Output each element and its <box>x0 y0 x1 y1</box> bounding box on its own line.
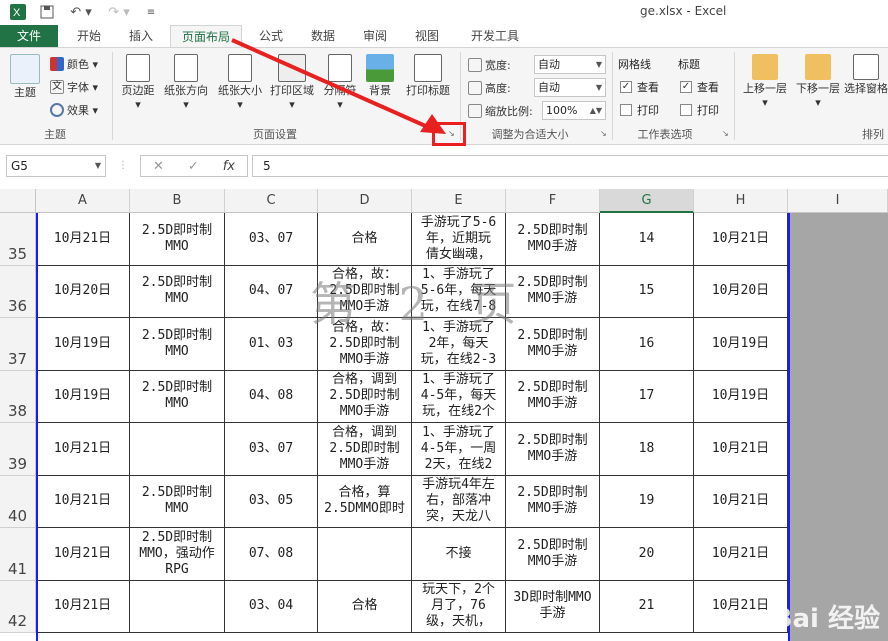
table-cell[interactable]: 合格，调到 2.5D即时制 MMO手游 <box>318 423 412 476</box>
table-cell[interactable]: 合格 <box>318 213 412 266</box>
page-number-watermark: 第 2 页 <box>310 277 531 331</box>
row-header[interactable]: 39 <box>0 423 36 476</box>
table-cell[interactable]: 1、手游玩了 4-5年，每天 玩，在线2个 <box>412 370 506 423</box>
formula-buttons: ✕ ✓ fx <box>140 155 248 177</box>
table-cell[interactable]: 玩天下，2个 月了，76 级，天机， <box>412 580 506 633</box>
row-header[interactable]: 41 <box>0 528 36 581</box>
column-header-a[interactable]: A <box>36 189 130 213</box>
column-header-b[interactable]: B <box>130 189 225 213</box>
table-cell[interactable]: 合格 <box>318 580 412 633</box>
cancel-icon[interactable]: ✕ <box>153 159 164 174</box>
table-cell[interactable]: 03、05 <box>225 475 318 528</box>
table-cell[interactable]: 10月21日 <box>36 475 130 528</box>
table-cell[interactable]: 合格，调到 2.5D即时制 MMO手游 <box>318 370 412 423</box>
name-box[interactable]: G5 ▼ <box>6 155 106 177</box>
formula-input[interactable]: 5 <box>252 155 888 177</box>
table-cell[interactable]: 10月21日 <box>694 528 788 581</box>
table-cell[interactable]: 01、03 <box>225 318 318 371</box>
column-header-h[interactable]: H <box>694 189 788 213</box>
table-cell[interactable]: 合格，算 2.5DMMO即时 <box>318 475 412 528</box>
table-cell[interactable]: 3D即时制MMO 手游 <box>506 580 600 633</box>
table-cell[interactable]: 15 <box>600 265 694 318</box>
table-cell[interactable]: 2.5D即时制 MMO <box>130 318 225 371</box>
table-cell[interactable]: 10月21日 <box>36 423 130 476</box>
table-cell[interactable]: 10月19日 <box>36 318 130 371</box>
table-cell[interactable]: 2.5D即时制 MMO手游 <box>506 213 600 266</box>
table-cell[interactable]: 20 <box>600 528 694 581</box>
row-header[interactable]: 37 <box>0 318 36 371</box>
select-all-corner[interactable] <box>0 189 36 213</box>
table-cell[interactable]: 03、04 <box>225 580 318 633</box>
formula-bar: G5 ▼ ⋮ ✕ ✓ fx 5 <box>0 152 888 180</box>
table-cell[interactable]: 2.5D即时制 MMO，强动作 RPG <box>130 528 225 581</box>
table-cell[interactable]: 10月21日 <box>694 475 788 528</box>
row-header[interactable]: 36 <box>0 265 36 318</box>
enter-icon[interactable]: ✓ <box>188 159 199 174</box>
annotation-highlight-box <box>432 122 466 146</box>
row-header[interactable]: 42 <box>0 580 36 633</box>
formula-bar-grip-icon: ⋮ <box>118 160 128 171</box>
table-cell[interactable]: 2.5D即时制 MMO手游 <box>506 528 600 581</box>
table-cell[interactable]: 10月21日 <box>36 580 130 633</box>
row-header[interactable]: 38 <box>0 370 36 423</box>
table-cell[interactable]: 10月19日 <box>36 370 130 423</box>
table-cell[interactable]: 2.5D即时制 MMO手游 <box>506 370 600 423</box>
table-cell[interactable]: 10月20日 <box>694 265 788 318</box>
table-cell[interactable]: 04、08 <box>225 370 318 423</box>
row-header[interactable]: 35 <box>0 213 36 266</box>
page-break-right[interactable] <box>788 213 790 641</box>
table-cell[interactable] <box>130 423 225 476</box>
table-cell[interactable]: 10月20日 <box>36 265 130 318</box>
table-cell[interactable]: 07、08 <box>225 528 318 581</box>
table-cell[interactable]: 18 <box>600 423 694 476</box>
table-cell[interactable]: 10月19日 <box>694 370 788 423</box>
table-cell[interactable]: 16 <box>600 318 694 371</box>
spreadsheet-grid: A B C D E F G H I 35 10月21日 2.5D即时制 MMO 03、07 合格 手游玩了5… <box>0 189 888 641</box>
table-cell[interactable]: 10月21日 <box>694 213 788 266</box>
table-cell[interactable]: 2.5D即时制 MMO <box>130 265 225 318</box>
column-header-e[interactable]: E <box>412 189 506 213</box>
row-header[interactable]: 40 <box>0 475 36 528</box>
table-cell[interactable]: 2.5D即时制 MMO <box>130 475 225 528</box>
column-header-g[interactable]: G <box>600 189 694 213</box>
table-cell[interactable]: 14 <box>600 213 694 266</box>
column-header-d[interactable]: D <box>318 189 412 213</box>
table-cell[interactable]: 10月19日 <box>694 318 788 371</box>
table-cell[interactable]: 2.5D即时制 MMO <box>130 213 225 266</box>
table-cell[interactable]: 不接 <box>412 528 506 581</box>
page-break-left <box>36 213 38 641</box>
table-cell[interactable] <box>130 580 225 633</box>
table-cell[interactable]: 04、07 <box>225 265 318 318</box>
table-cell[interactable]: 10月21日 <box>36 213 130 266</box>
site-watermark: Bai 经验 <box>772 604 880 634</box>
table-cell[interactable]: 2.5D即时制 MMO <box>130 370 225 423</box>
table-cell[interactable]: 03、07 <box>225 423 318 476</box>
table-cell[interactable]: 手游玩了5-6 年，近期玩 倩女幽魂， <box>412 213 506 266</box>
table-cell[interactable]: 03、07 <box>225 213 318 266</box>
column-header-i[interactable]: I <box>788 189 888 213</box>
table-cell[interactable] <box>318 528 412 581</box>
table-cell[interactable]: 21 <box>600 580 694 633</box>
table-cell[interactable]: 10月21日 <box>694 423 788 476</box>
table-cell[interactable]: 19 <box>600 475 694 528</box>
table-cell[interactable]: 手游玩4年左 右，部落冲 突，天龙八 <box>412 475 506 528</box>
table-cell[interactable]: 2.5D即时制 MMO手游 <box>506 423 600 476</box>
column-header-c[interactable]: C <box>225 189 318 213</box>
table-cell[interactable]: 2.5D即时制 MMO手游 <box>506 475 600 528</box>
insert-function-icon[interactable]: fx <box>223 159 235 174</box>
table-cell[interactable]: 1、手游玩了 4-5年，一周 2天，在线2 <box>412 423 506 476</box>
column-header-f[interactable]: F <box>506 189 600 213</box>
non-print-area <box>790 213 888 641</box>
table-cell[interactable]: 10月21日 <box>36 528 130 581</box>
table-cell[interactable]: 17 <box>600 370 694 423</box>
